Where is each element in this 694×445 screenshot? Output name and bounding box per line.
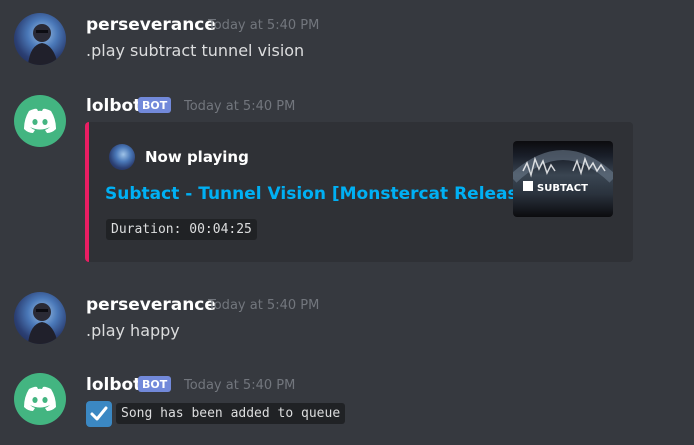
- now-playing-embed: Now playing Subtact - Tunnel Vision [Mon…: [85, 122, 633, 262]
- discord-logo-icon: [24, 386, 56, 411]
- embed-author-avatar: [109, 144, 135, 170]
- thumbnail-graphic: SUBTACT: [513, 150, 613, 194]
- message-content: .play happy: [86, 321, 180, 340]
- check-mark-icon: [86, 401, 112, 427]
- embed-thumbnail[interactable]: SUBTACT: [513, 141, 613, 217]
- user-avatar-icon: [28, 303, 58, 344]
- username[interactable]: lolbot: [86, 375, 141, 395]
- bot-avatar[interactable]: [14, 373, 66, 425]
- timestamp: Today at 5:40 PM: [208, 298, 320, 313]
- bot-avatar[interactable]: [14, 95, 66, 147]
- embed-title-link[interactable]: Subtact - Tunnel Vision [Monstercat Rele…: [105, 184, 537, 204]
- timestamp: Today at 5:40 PM: [184, 378, 296, 393]
- username[interactable]: perseverance: [86, 295, 216, 315]
- queue-status-code: Song has been added to queue: [116, 403, 346, 424]
- timestamp: Today at 5:40 PM: [208, 18, 320, 33]
- user-avatar-icon: [28, 24, 58, 65]
- username[interactable]: perseverance: [86, 15, 216, 35]
- bot-tag: BOT: [138, 97, 172, 113]
- message-content: .play subtract tunnel vision: [86, 41, 305, 60]
- user-avatar[interactable]: [14, 13, 66, 65]
- timestamp: Today at 5:40 PM: [184, 99, 296, 114]
- thumbnail-text: SUBTACT: [537, 183, 588, 194]
- user-avatar[interactable]: [14, 292, 66, 344]
- username[interactable]: lolbot: [86, 96, 141, 116]
- bot-tag: BOT: [138, 376, 172, 392]
- embed-author: Now playing: [145, 148, 249, 166]
- discord-logo-icon: [24, 108, 56, 133]
- duration-code: Duration: 00:04:25: [106, 219, 257, 240]
